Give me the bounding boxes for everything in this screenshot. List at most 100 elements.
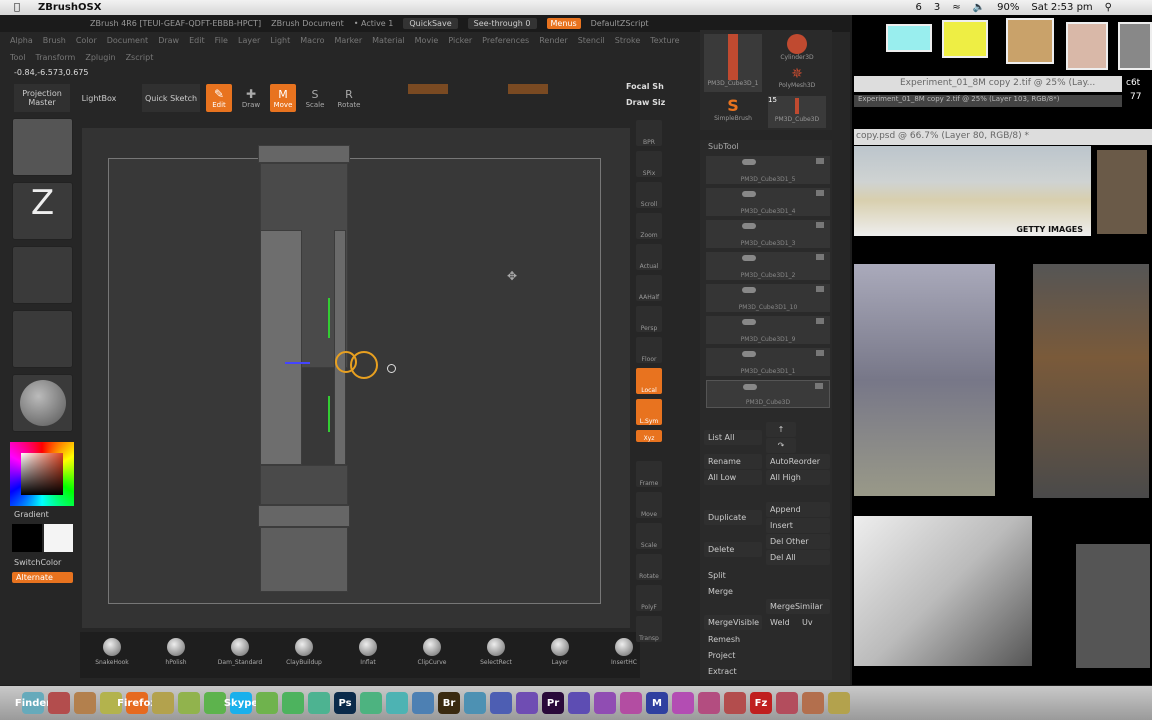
- menu-stencil[interactable]: Stencil: [578, 36, 605, 45]
- shelf-persp-button[interactable]: Persp: [636, 306, 662, 332]
- dock-app-icon[interactable]: [256, 692, 278, 714]
- dock-app-icon[interactable]: [776, 692, 798, 714]
- brush-dam_standard[interactable]: Dam_Standard: [210, 638, 270, 666]
- duplicate-button[interactable]: Duplicate: [704, 510, 762, 525]
- dock-pr[interactable]: Pr: [542, 692, 564, 714]
- tool-thumb[interactable]: ✵ PolyMesh3D: [772, 66, 822, 96]
- eye-icon[interactable]: [816, 222, 824, 228]
- desktop-thumbnail[interactable]: [942, 20, 988, 58]
- menu-layer[interactable]: Layer: [238, 36, 260, 45]
- shelf-lsym-button[interactable]: L.Sym: [636, 399, 662, 425]
- del-other-button[interactable]: Del Other: [766, 534, 830, 549]
- switch-color-button[interactable]: SwitchColor: [14, 558, 61, 567]
- extract-button[interactable]: Extract: [704, 664, 741, 679]
- brush-inserthc[interactable]: InsertHC: [594, 638, 654, 666]
- menu-light[interactable]: Light: [270, 36, 290, 45]
- brush-selector[interactable]: [12, 118, 73, 176]
- eye-icon[interactable]: [815, 383, 823, 389]
- shelf-floor-button[interactable]: Floor: [636, 337, 662, 363]
- shelf-scroll-button[interactable]: Scroll: [636, 182, 662, 208]
- visibility-toggle[interactable]: [742, 223, 756, 229]
- menu-alpha[interactable]: Alpha: [10, 36, 33, 45]
- shelf-scale-button[interactable]: Scale: [636, 523, 662, 549]
- visibility-toggle[interactable]: [743, 384, 757, 390]
- project-button[interactable]: Project: [704, 648, 739, 663]
- quicksave-button[interactable]: QuickSave: [403, 18, 458, 29]
- remesh-button[interactable]: Remesh: [704, 632, 744, 647]
- desktop-thumbnail[interactable]: [1118, 22, 1152, 70]
- shelf-frame-button[interactable]: Frame: [636, 461, 662, 487]
- menu-zplugin[interactable]: Zplugin: [85, 53, 115, 62]
- desktop-thumbnail[interactable]: [1006, 18, 1054, 64]
- eye-icon[interactable]: [816, 254, 824, 260]
- menus-button[interactable]: Menus: [546, 18, 581, 29]
- menu-stroke[interactable]: Stroke: [615, 36, 641, 45]
- menu-texture[interactable]: Texture: [650, 36, 679, 45]
- dock-ps[interactable]: Ps: [334, 692, 356, 714]
- all-low-button[interactable]: All Low: [704, 470, 762, 485]
- dock-m[interactable]: M: [646, 692, 668, 714]
- alternate-button[interactable]: Alternate: [12, 572, 73, 583]
- gradient-label[interactable]: Gradient: [14, 510, 49, 519]
- visibility-toggle[interactable]: [742, 287, 756, 293]
- material-selector[interactable]: [12, 374, 73, 432]
- rotate-button[interactable]: R Rotate: [334, 84, 364, 112]
- eye-icon[interactable]: [816, 318, 824, 324]
- move-down-button[interactable]: ↷: [766, 438, 796, 453]
- menu-picker[interactable]: Picker: [448, 36, 472, 45]
- clock[interactable]: Sat 2:53 pm: [1031, 2, 1092, 13]
- shelf-aahalf-button[interactable]: AAHalf: [636, 275, 662, 301]
- brush-layer[interactable]: Layer: [530, 638, 590, 666]
- tool-thumb[interactable]: 15 PM3D_Cube3D: [768, 96, 826, 128]
- menu-preferences[interactable]: Preferences: [482, 36, 529, 45]
- move-button[interactable]: M Move: [270, 84, 296, 112]
- draw-button[interactable]: ✚ Draw: [238, 84, 264, 112]
- app-name[interactable]: ZBrushOSX: [38, 2, 101, 13]
- dock-app-icon[interactable]: [178, 692, 200, 714]
- menu-render[interactable]: Render: [539, 36, 567, 45]
- menu-movie[interactable]: Movie: [415, 36, 439, 45]
- append-button[interactable]: Append: [766, 502, 830, 517]
- quick-sketch-button[interactable]: Quick Sketch: [142, 84, 200, 112]
- tool-thumb[interactable]: PM3D_Cube3D_1: [704, 34, 762, 92]
- subtool-item[interactable]: PM3D_Cube3D1_10: [706, 284, 830, 312]
- desktop-thumbnail[interactable]: [886, 24, 932, 52]
- all-high-button[interactable]: All High: [766, 470, 830, 485]
- texture-selector[interactable]: [12, 310, 73, 368]
- menu-edit[interactable]: Edit: [189, 36, 205, 45]
- ps-window-title[interactable]: Experiment_01_8M copy 2.tif @ 25% (Lay..…: [854, 76, 1122, 92]
- shelf-spix-button[interactable]: SPix: [636, 151, 662, 177]
- brush-snakehook[interactable]: SnakeHook: [82, 638, 142, 666]
- rename-button[interactable]: Rename: [704, 454, 762, 469]
- menu-macro[interactable]: Macro: [300, 36, 324, 45]
- status-item[interactable]: 6: [916, 2, 922, 13]
- shelf-xyz-button[interactable]: Xyz: [636, 430, 662, 442]
- dock-app-icon[interactable]: [568, 692, 590, 714]
- eye-icon[interactable]: [816, 190, 824, 196]
- volume-icon[interactable]: 🔈: [973, 2, 985, 13]
- insert-button[interactable]: Insert: [766, 518, 830, 533]
- menu-transform[interactable]: Transform: [36, 53, 76, 62]
- dock-app-icon[interactable]: [308, 692, 330, 714]
- autoreorder-button[interactable]: AutoReorder: [766, 454, 830, 469]
- subtool-item[interactable]: PM3D_Cube3D1_4: [706, 188, 830, 216]
- visibility-toggle[interactable]: [742, 191, 756, 197]
- subtool-item[interactable]: PM3D_Cube3D1_1: [706, 348, 830, 376]
- dock-app-icon[interactable]: [386, 692, 408, 714]
- dock-app-icon[interactable]: [464, 692, 486, 714]
- edit-button[interactable]: ✎ Edit: [206, 84, 232, 112]
- dock-app-icon[interactable]: [360, 692, 382, 714]
- shelf-actual-button[interactable]: Actual: [636, 244, 662, 270]
- subtool-item[interactable]: PM3D_Cube3D: [706, 380, 830, 408]
- main-color-swatch[interactable]: [12, 524, 42, 552]
- brush-clipcurve[interactable]: ClipCurve: [402, 638, 462, 666]
- eye-icon[interactable]: [816, 286, 824, 292]
- visibility-toggle[interactable]: [742, 159, 756, 165]
- dock-app-icon[interactable]: [412, 692, 434, 714]
- dock-app-icon[interactable]: [152, 692, 174, 714]
- dock-app-icon[interactable]: [672, 692, 694, 714]
- menu-tool[interactable]: Tool: [10, 53, 26, 62]
- dock-app-icon[interactable]: [48, 692, 70, 714]
- eye-icon[interactable]: [816, 350, 824, 356]
- color-picker[interactable]: [10, 442, 74, 506]
